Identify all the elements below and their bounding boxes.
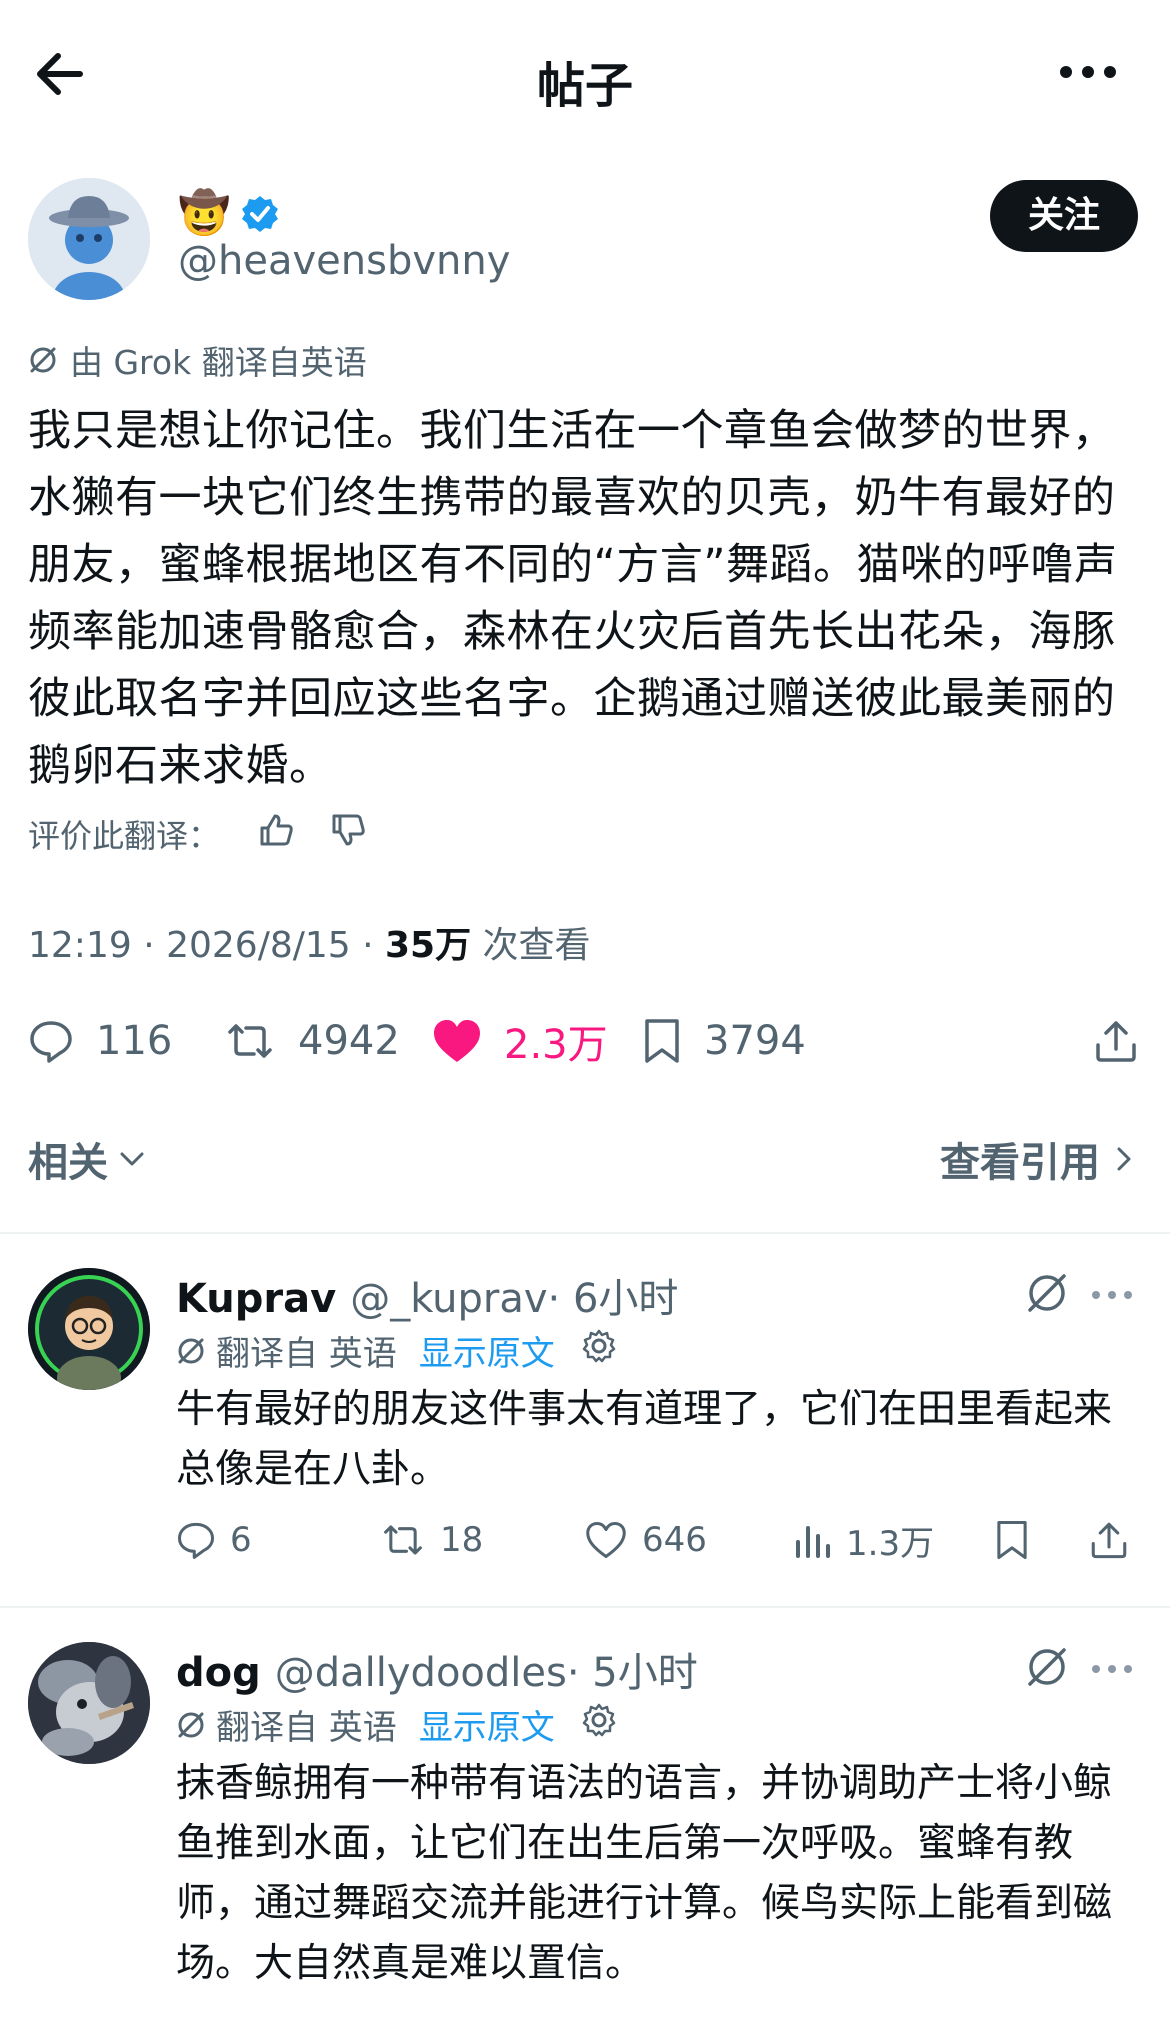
repost-icon bbox=[384, 1525, 422, 1555]
chevron-right-icon bbox=[1117, 1147, 1131, 1171]
views-label: 次查看 bbox=[471, 925, 591, 966]
view-quotes-label: 查看引用 bbox=[940, 1140, 1100, 1186]
reply-item[interactable]: Kuprav @_kuprav · 6小时 翻译自 英语 显示原文 牛有最好的朋… bbox=[0, 1266, 1170, 1596]
reply-text: 牛有最好的朋友这件事太有道理了，它们在田里看起来总像是在八卦。 bbox=[176, 1387, 1113, 1492]
bookmark-button[interactable] bbox=[994, 1512, 1044, 1568]
more-options-button[interactable] bbox=[1056, 52, 1120, 92]
repost-button[interactable]: 4942 bbox=[224, 1006, 400, 1076]
grok-icon bbox=[178, 1338, 204, 1363]
related-dropdown[interactable]: 相关 bbox=[28, 1130, 148, 1188]
bookmark-icon bbox=[645, 1019, 679, 1063]
reply-author-handle[interactable]: @_kuprav bbox=[350, 1276, 547, 1322]
views-button[interactable]: 1.3万 bbox=[794, 1512, 934, 1568]
reply-more-button[interactable] bbox=[1090, 1660, 1134, 1679]
reply-author-name[interactable]: dog bbox=[176, 1650, 261, 1696]
repost-icon bbox=[228, 1024, 272, 1058]
post-author: 🤠 @heavensbvnny 关注 bbox=[28, 178, 1148, 300]
follow-button[interactable]: 关注 bbox=[990, 180, 1138, 252]
more-horizontal-icon bbox=[1092, 1665, 1132, 1673]
translation-note: 由 Grok 翻译自英语 bbox=[28, 338, 367, 382]
reply-icon bbox=[177, 1522, 215, 1559]
reply-author-name[interactable]: Kuprav bbox=[176, 1276, 336, 1322]
bookmark-count: 3794 bbox=[704, 1018, 806, 1064]
translation-note-text: 由 Grok 翻译自英语 bbox=[70, 343, 367, 382]
gear-icon[interactable] bbox=[581, 1702, 627, 1747]
more-horizontal-icon bbox=[1060, 66, 1116, 78]
reply-icon bbox=[30, 1021, 72, 1063]
reply-author-handle[interactable]: @dallydoodles bbox=[275, 1650, 567, 1696]
avatar[interactable] bbox=[28, 1268, 150, 1390]
chevron-down-icon bbox=[120, 1152, 144, 1166]
reply-more-button[interactable] bbox=[1090, 1286, 1134, 1305]
rate-translation-label: 评价此翻译： bbox=[28, 817, 221, 855]
like-count: 2.3万 bbox=[504, 1022, 608, 1068]
grok-icon bbox=[30, 347, 56, 373]
show-original-link[interactable]: 显示原文 bbox=[419, 1326, 555, 1375]
reply-item[interactable]: dog @dallydoodles · 5小时 翻译自 英语 显示原文 抹香鲸拥… bbox=[0, 1640, 1170, 2010]
reply-translation-note: 翻译自 英语 显示原文 bbox=[176, 1326, 627, 1375]
reply-button[interactable]: 116 bbox=[28, 1006, 172, 1076]
author-handle[interactable]: @heavensbvnny bbox=[178, 238, 510, 284]
section-divider bbox=[0, 1232, 1170, 1234]
post-actions: 116 4942 2.3万 3794 bbox=[28, 1006, 1148, 1076]
repost-button[interactable]: 18 bbox=[380, 1512, 483, 1568]
heart-icon bbox=[586, 1521, 626, 1559]
avatar[interactable] bbox=[28, 1642, 150, 1764]
views-count[interactable]: 35万 bbox=[385, 925, 471, 966]
rate-translation: 评价此翻译： bbox=[28, 812, 366, 856]
reply-count: 116 bbox=[96, 1018, 173, 1064]
related-label: 相关 bbox=[28, 1140, 108, 1186]
share-icon bbox=[1096, 1021, 1136, 1062]
translated-from-label: 翻译自 英语 bbox=[216, 1708, 397, 1748]
reply-time: · 6小时 bbox=[547, 1276, 679, 1322]
post-text: 我只是想让你记住。我们生活在一个章鱼会做梦的世界，水獭有一块它们终生携带的最喜欢… bbox=[28, 406, 1118, 791]
bookmark-icon bbox=[997, 1520, 1027, 1560]
repost-count: 18 bbox=[440, 1520, 484, 1560]
reply-button[interactable]: 6 bbox=[176, 1512, 252, 1568]
author-display-name[interactable]: 🤠 bbox=[178, 188, 230, 238]
thumbs-down-icon[interactable] bbox=[330, 812, 366, 856]
like-count: 646 bbox=[642, 1520, 707, 1560]
grok-icon[interactable] bbox=[1024, 1270, 1070, 1320]
reply-count: 6 bbox=[230, 1520, 252, 1560]
heart-filled-icon bbox=[434, 1020, 480, 1062]
translated-from-label: 翻译自 英语 bbox=[216, 1334, 397, 1374]
post-meta: 12:19 · 2026/8/15 · 35万 次查看 bbox=[28, 916, 591, 968]
reply-actions: 6 18 646 1.3万 bbox=[176, 1512, 1146, 1568]
avatar-image bbox=[28, 178, 150, 300]
views-count: 1.3万 bbox=[846, 1523, 935, 1564]
grok-icon bbox=[178, 1712, 204, 1737]
reply-header: dog @dallydoodles · 5小时 bbox=[176, 1640, 698, 1698]
analytics-icon bbox=[796, 1526, 830, 1558]
more-horizontal-icon bbox=[1092, 1291, 1132, 1299]
view-quotes-link[interactable]: 查看引用 bbox=[940, 1130, 1140, 1188]
repost-count: 4942 bbox=[298, 1018, 400, 1064]
avatar-image bbox=[28, 1268, 150, 1390]
bookmark-button[interactable]: 3794 bbox=[642, 1006, 806, 1076]
gear-icon[interactable] bbox=[581, 1328, 627, 1373]
share-icon bbox=[1091, 1522, 1127, 1559]
grok-icon[interactable] bbox=[1024, 1644, 1070, 1694]
like-button[interactable]: 646 bbox=[584, 1512, 707, 1568]
reply-translation-note: 翻译自 英语 显示原文 bbox=[176, 1700, 627, 1749]
related-row: 相关 查看引用 bbox=[28, 1130, 1140, 1190]
verified-badge-icon bbox=[240, 194, 280, 234]
top-bar: 帖子 bbox=[0, 0, 1170, 150]
avatar-image bbox=[28, 1642, 150, 1764]
share-button[interactable] bbox=[1088, 1512, 1144, 1568]
reply-divider bbox=[0, 1606, 1170, 1608]
post-time: 12:19 · 2026/8/15 · bbox=[28, 925, 385, 966]
like-button[interactable]: 2.3万 bbox=[432, 1006, 608, 1076]
reply-time: · 5小时 bbox=[566, 1650, 698, 1696]
show-original-link[interactable]: 显示原文 bbox=[419, 1700, 555, 1749]
reply-text: 抹香鲸拥有一种带有语法的语言，并协调助产士将小鲸鱼推到水面，让它们在出生后第一次… bbox=[176, 1761, 1113, 1986]
reply-header: Kuprav @_kuprav · 6小时 bbox=[176, 1266, 678, 1324]
avatar[interactable] bbox=[28, 178, 150, 300]
thumbs-up-icon[interactable] bbox=[258, 812, 294, 856]
share-button[interactable] bbox=[1092, 1006, 1162, 1076]
page-title: 帖子 bbox=[536, 58, 633, 114]
